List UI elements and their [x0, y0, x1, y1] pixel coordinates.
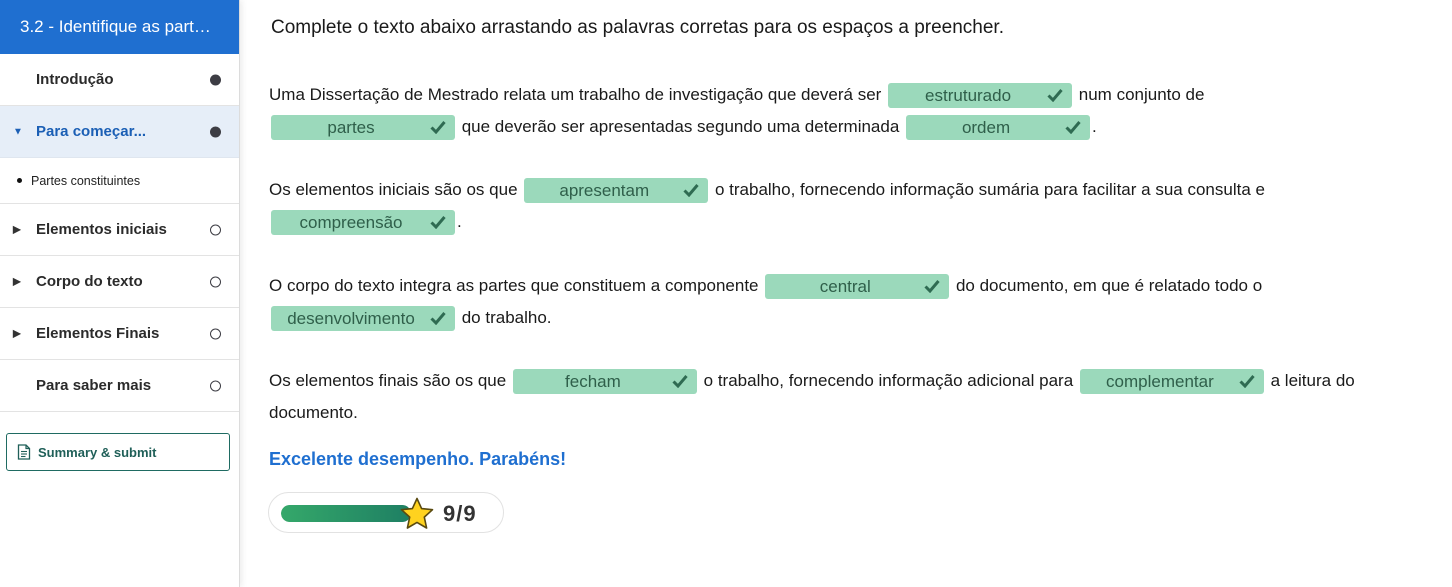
- sidebar-subitem-partes-constituintes[interactable]: Partes constituintes: [0, 158, 239, 204]
- check-icon: [430, 312, 446, 326]
- sidebar-item-para-saber-mais[interactable]: Para saber mais: [0, 360, 239, 412]
- drop-word: estruturado: [925, 86, 1012, 106]
- paragraph-text: Os elementos iniciais são os que: [269, 180, 523, 199]
- instruction-text: Complete o texto abaixo arrastando as pa…: [271, 17, 1004, 38]
- drop-word: apresentam: [559, 181, 650, 201]
- drop-zone[interactable]: central: [765, 274, 950, 300]
- summary-submit-label: Summary & submit: [38, 444, 157, 460]
- drop-word: central: [819, 277, 871, 297]
- drop-word: partes: [327, 118, 375, 138]
- sidebar-item-corpo-do-texto[interactable]: ▶ Corpo do texto: [0, 256, 239, 308]
- caret-down-icon: ▼: [13, 126, 23, 137]
- drop-zone[interactable]: compreensão: [271, 210, 455, 236]
- sidebar-item-label: Elementos Finais: [36, 325, 160, 342]
- check-icon: [1047, 89, 1063, 103]
- paragraph-3: O corpo do texto integra as partes que c…: [269, 270, 1419, 334]
- not-started-status-icon: [210, 380, 221, 391]
- paragraph-2: Os elementos iniciais são os que apresen…: [269, 174, 1419, 238]
- summary-submit-button[interactable]: Summary & submit: [6, 433, 230, 471]
- drop-zone[interactable]: estruturado: [888, 83, 1073, 109]
- check-icon: [924, 280, 940, 294]
- check-icon: [683, 184, 699, 198]
- drop-word: compreensão: [299, 213, 403, 233]
- score-value: 9/9: [443, 501, 477, 526]
- paragraph-text: que deverão ser apresentadas segundo uma…: [457, 117, 905, 136]
- drop-word: fecham: [565, 372, 621, 392]
- sidebar-item-label: Para começar...: [36, 123, 147, 140]
- paragraph-text: do trabalho.: [457, 308, 552, 327]
- caret-right-icon: ▶: [13, 328, 21, 339]
- check-icon: [1065, 121, 1081, 135]
- drop-zone[interactable]: ordem: [906, 115, 1091, 141]
- main-content: Complete o texto abaixo arrastando as pa…: [242, 0, 1452, 587]
- bullet-icon: [17, 177, 22, 183]
- caret-right-icon: ▶: [13, 224, 21, 235]
- paragraph-text: Uma Dissertação de Mestrado relata um tr…: [269, 85, 887, 104]
- sidebar: 3.2 - Identifique as partes da dissertaç…: [0, 0, 240, 587]
- paragraph-4: Os elementos finais são os que fecham o …: [269, 365, 1419, 429]
- drop-zone[interactable]: partes: [271, 115, 455, 141]
- paragraph-text: num conjunto de: [1074, 85, 1205, 104]
- paragraph-text: .: [457, 212, 462, 231]
- drop-word: complementar: [1106, 372, 1214, 392]
- paragraph-1: Uma Dissertação de Mestrado relata um tr…: [269, 79, 1419, 143]
- score-bar: 9/9: [268, 492, 504, 533]
- completed-status-icon: [210, 74, 221, 85]
- drop-zone[interactable]: complementar: [1079, 369, 1264, 395]
- paragraph-text: do documento, em que é relatado todo o: [951, 276, 1263, 295]
- not-started-status-icon: [210, 328, 221, 339]
- sidebar-item-label: Introdução: [36, 71, 114, 88]
- paragraph-text: .: [1092, 117, 1097, 136]
- sidebar-subitem-label: Partes constituintes: [31, 173, 141, 188]
- paragraph-text: o trabalho, fornecendo informação sumári…: [710, 180, 1265, 199]
- check-icon: [430, 121, 446, 135]
- star-icon: [400, 497, 434, 529]
- completed-status-icon: [210, 126, 221, 137]
- score-progress-fill: [281, 505, 411, 522]
- sidebar-item-label: Para saber mais: [36, 377, 152, 394]
- sidebar-title: 3.2 - Identifique as partes da dissertaç…: [0, 0, 239, 54]
- sidebar-item-para-comecar[interactable]: ▼ Para começar...: [0, 106, 239, 158]
- sidebar-item-introducao[interactable]: Introdução: [0, 54, 239, 106]
- score-progress-track: [281, 505, 411, 522]
- drop-zone[interactable]: apresentam: [524, 178, 709, 204]
- paragraph-text: O corpo do texto integra as partes que c…: [269, 276, 764, 295]
- drop-zone[interactable]: fecham: [512, 369, 697, 395]
- caret-right-icon: ▶: [13, 276, 21, 287]
- document-icon: [17, 444, 31, 460]
- check-icon: [1239, 375, 1255, 389]
- sidebar-item-elementos-iniciais[interactable]: ▶ Elementos iniciais: [0, 204, 239, 256]
- sidebar-item-label: Elementos iniciais: [36, 221, 167, 238]
- paragraph-text: o trabalho, fornecendo informação adicio…: [698, 371, 1078, 390]
- sidebar-item-label: Corpo do texto: [36, 273, 143, 290]
- feedback-message: Excelente desempenho. Parabéns!: [269, 449, 567, 469]
- paragraph-text: Os elementos finais são os que: [269, 371, 511, 390]
- check-icon: [672, 375, 688, 389]
- drop-word: ordem: [961, 118, 1011, 138]
- not-started-status-icon: [210, 224, 221, 235]
- drop-zone[interactable]: desenvolvimento: [271, 306, 455, 332]
- drop-word: desenvolvimento: [287, 309, 415, 329]
- sidebar-item-elementos-finais[interactable]: ▶ Elementos Finais: [0, 308, 239, 360]
- check-icon: [430, 216, 446, 230]
- not-started-status-icon: [210, 276, 221, 287]
